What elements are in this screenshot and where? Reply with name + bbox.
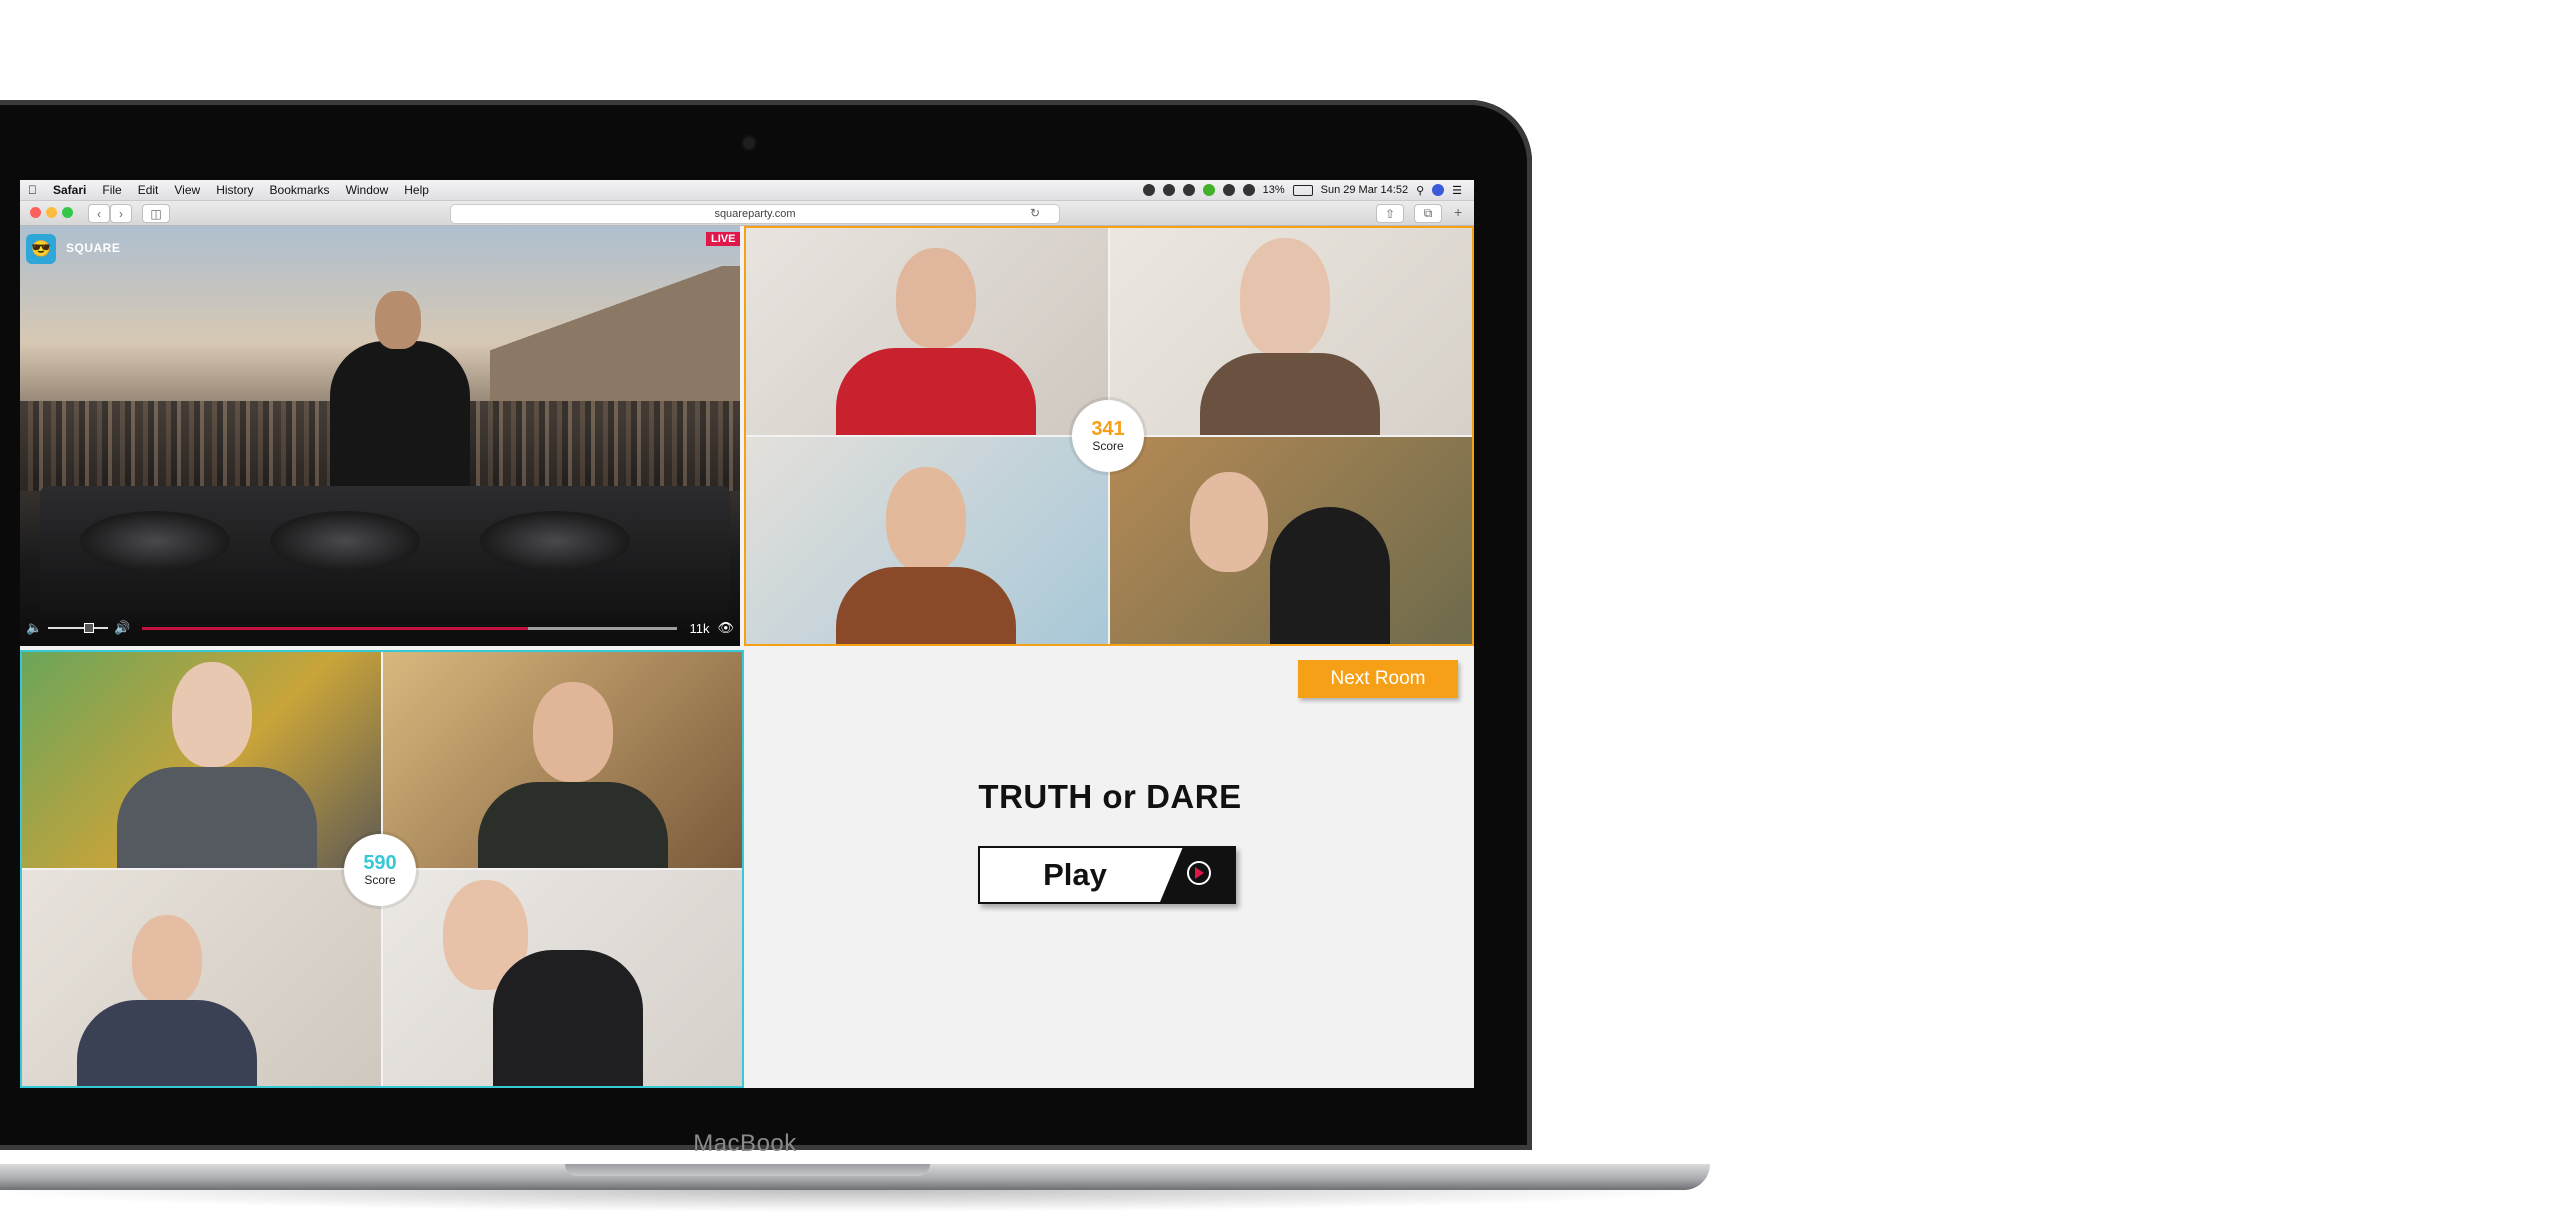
play-label: Play [1043,857,1107,892]
score-label: Score [1092,439,1124,453]
video-tile[interactable] [383,870,742,1086]
reload-icon[interactable]: ↻ [1030,206,1040,220]
video-tile[interactable] [746,437,1108,644]
menu-window[interactable]: Window [338,183,397,197]
brand-name: SQUARE [66,241,121,255]
battery-icon[interactable] [1292,184,1313,196]
video-tile[interactable] [1110,228,1472,435]
video-tile[interactable] [1110,437,1472,644]
cloud-icon[interactable] [1162,184,1175,196]
laptop-screen:  Safari File Edit View History Bookmark… [20,180,1474,1088]
battery-percent: 13% [1262,184,1285,196]
notification-center-icon[interactable]: ☰ [1452,184,1462,197]
video-tile[interactable] [746,228,1108,435]
status-app-icon[interactable] [1142,184,1155,196]
eye-icon: 👁 [717,620,734,635]
user-avatar-icon[interactable] [1432,184,1445,196]
game-title: TRUTH or DARE [978,778,1242,815]
score-value: 341 [1091,418,1125,440]
bluetooth-icon[interactable] [1242,184,1255,196]
video-tile[interactable] [383,652,742,868]
volume-up-icon[interactable]: 🔊 [114,620,130,636]
status-area: 13% Sun 29 Mar 14:52 ⚲ ☰ [1142,180,1462,200]
wifi-icon[interactable] [1222,184,1235,196]
score-value: 590 [363,852,397,874]
menu-file[interactable]: File [94,183,129,197]
menu-edit[interactable]: Edit [130,183,167,197]
live-badge: LIVE [706,232,740,246]
square-logo-icon[interactable]: 😎 [26,234,56,264]
play-icon [1187,861,1211,885]
video-tile[interactable] [22,652,381,868]
score-label: Score [364,873,396,887]
close-window-button[interactable] [30,207,41,218]
group-score-badge: 590 Score [344,834,416,906]
group-score-badge: 341 Score [1072,400,1144,472]
web-page: 😎 SQUARE LIVE 🔈 🔊 11k 👁 341 Score 590 Sc… [20,226,1474,1088]
live-stream-panel[interactable]: 😎 SQUARE LIVE 🔈 🔊 11k 👁 [20,226,740,646]
mute-icon[interactable]: 🔈 [26,620,42,636]
video-tile[interactable] [22,870,381,1086]
sidebar-toggle-icon[interactable]: ◫ [142,204,170,223]
menu-app-safari[interactable]: Safari [45,183,94,197]
play-button[interactable]: Play [978,846,1236,904]
webcam [743,137,755,149]
menu-bookmarks[interactable]: Bookmarks [262,183,338,197]
status-green-icon[interactable] [1202,184,1215,196]
back-button[interactable]: ‹ [88,204,110,223]
menu-bar:  Safari File Edit View History Bookmark… [20,180,1474,201]
browser-toolbar: ‹ › ◫ squareparty.com ↻ ⇧ ⧉ + [20,201,1474,226]
status-app2-icon[interactable] [1182,184,1195,196]
playback-progress[interactable] [142,626,678,630]
viewer-count: 11k [689,620,710,636]
video-controls: 🔈 🔊 11k 👁 [26,618,734,638]
forward-button[interactable]: › [110,204,132,223]
url-text: squareparty.com [714,208,796,220]
game-panel: Next Room TRUTH or DARE Play [746,650,1474,1088]
menu-view[interactable]: View [166,183,208,197]
tabs-overview-icon[interactable]: ⧉ [1414,204,1442,223]
volume-slider[interactable] [48,623,109,633]
minimize-window-button[interactable] [46,207,57,218]
search-icon[interactable]: ⚲ [1416,184,1424,197]
share-icon[interactable]: ⇧ [1376,204,1404,223]
laptop-notch [565,1164,930,1176]
next-room-button[interactable]: Next Room [1298,660,1458,698]
zoom-window-button[interactable] [62,207,73,218]
menu-help[interactable]: Help [396,183,437,197]
menu-history[interactable]: History [208,183,261,197]
macbook-label: MacBook [693,1130,797,1157]
address-bar[interactable]: squareparty.com [450,204,1060,224]
apple-menu-icon[interactable]:  [20,183,45,197]
new-tab-icon[interactable]: + [1454,204,1462,220]
datetime[interactable]: Sun 29 Mar 14:52 [1321,184,1408,196]
